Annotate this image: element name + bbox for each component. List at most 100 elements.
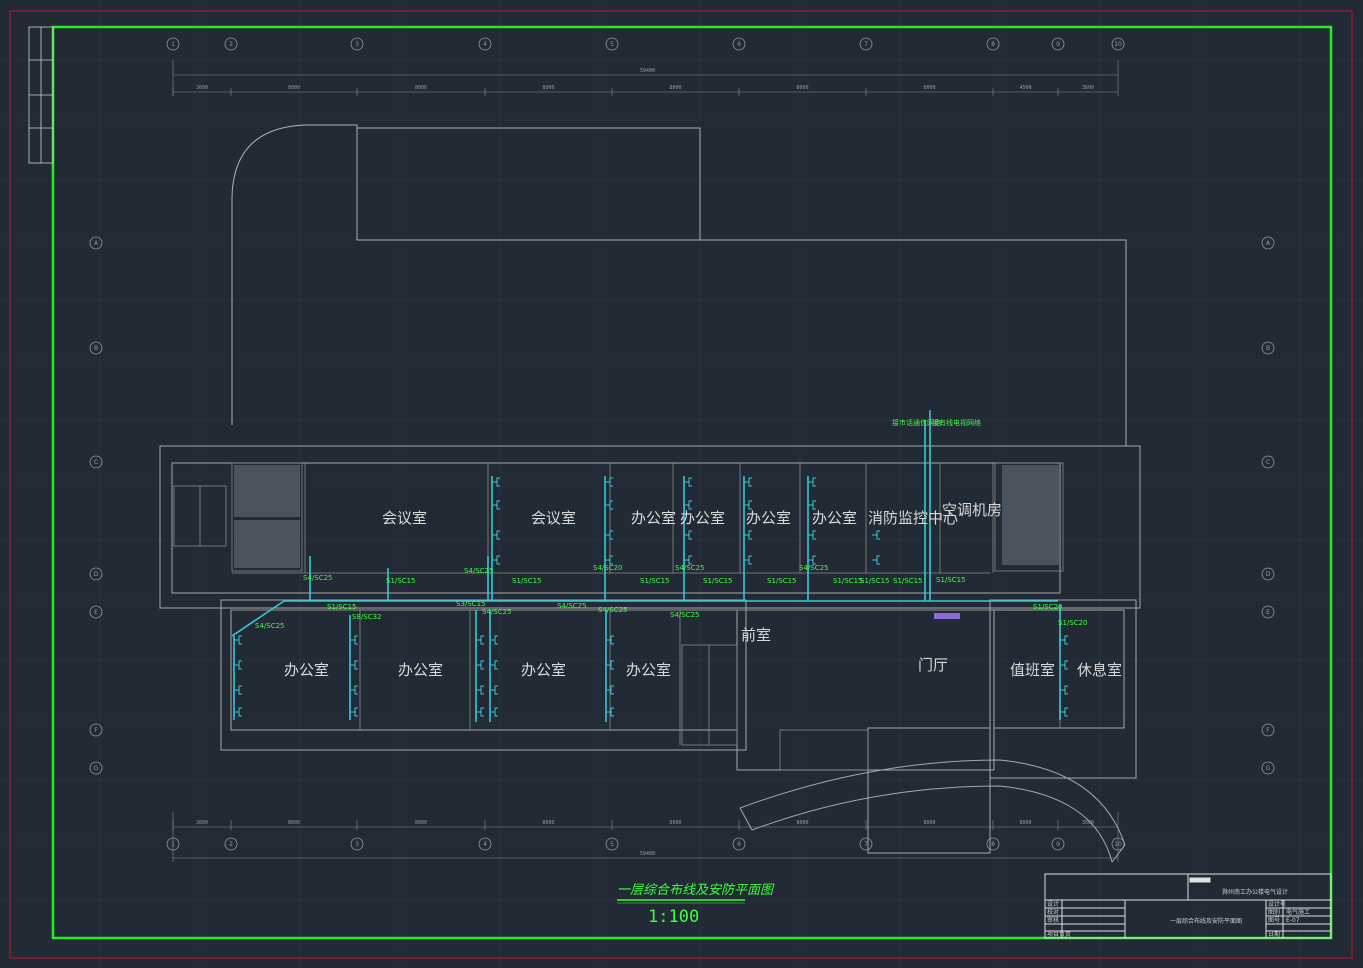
cable-labels: S4/SC25 S1/SC15S4/SC25S1/SC15S4/SC20S1/SC… — [255, 564, 1088, 630]
axis-side-label: A — [1266, 240, 1271, 247]
bottom-span-value: 8000 — [669, 820, 681, 826]
axis-side-label: B — [94, 345, 98, 352]
axis-side-label: G — [94, 765, 99, 772]
axis-top-label: 7 — [864, 41, 868, 48]
cable-label: S1/SC15 — [327, 603, 357, 611]
cable-riser-note-b: 接有线电视网络 — [932, 418, 981, 427]
data-outlet — [808, 477, 816, 487]
drawing-title: 一层综合布线及安防平面图 — [617, 883, 775, 898]
cable-label: S4/SC25 — [557, 602, 587, 610]
axis-top-label: 2 — [229, 41, 233, 48]
top-span-value: 3600 — [196, 85, 208, 91]
bottom-span-value: 8000 — [923, 820, 935, 826]
data-outlet — [872, 555, 880, 565]
top-span-value: 8000 — [542, 85, 554, 91]
room-office-s1: 办公室 — [284, 661, 329, 679]
room-office-s2: 办公室 — [398, 661, 443, 679]
cable-label: S4/SC25 — [464, 567, 494, 575]
title-block-row-review: 审核 — [1047, 916, 1059, 924]
room-office-s4: 办公室 — [626, 661, 671, 679]
axis-top-label: 6 — [737, 41, 741, 48]
distribution-box — [934, 613, 960, 619]
data-outlet — [744, 530, 752, 540]
cable-label: S1/SC15 — [640, 577, 670, 585]
data-outlet — [492, 477, 500, 487]
data-outlet — [744, 477, 752, 487]
top-span-value: 8000 — [669, 85, 681, 91]
axis-top-label: 10 — [1114, 41, 1122, 48]
axis-bottom-label: 9 — [1056, 841, 1060, 848]
axis-bubbles-top: 1 2 3 4 5 6 7 8 9 10 — [166, 37, 1125, 51]
cable-label: S1/SC15 — [893, 577, 923, 585]
data-outlet — [808, 530, 816, 540]
cad-drawing-canvas: 1 2 3 4 5 6 7 8 9 10 1 2 3 4 5 6 7 8 9 10 A A B B C C D D E E F F G G 5… — [0, 0, 1363, 968]
data-outlet — [808, 500, 816, 510]
axis-top-label: 5 — [610, 41, 614, 48]
top-span-value: 8000 — [415, 85, 427, 91]
data-outlet — [605, 500, 613, 510]
data-outlet — [490, 635, 498, 645]
bottom-span-value: 3600 — [196, 820, 208, 826]
cable-label: S4/SC25 — [598, 606, 628, 614]
title-block-label-no: 设计号 — [1268, 900, 1286, 908]
cable-label: S1/SC15 — [860, 577, 890, 585]
axis-side-label: E — [1266, 609, 1270, 616]
data-outlet — [492, 530, 500, 540]
bottom-span-value: 8000 — [1019, 820, 1031, 826]
axis-side-label: D — [1266, 571, 1271, 578]
data-outlet — [350, 685, 358, 695]
room-lobby: 门厅 — [918, 656, 948, 674]
title-block-row-check: 校对 — [1047, 908, 1059, 916]
title-block — [1044, 873, 1332, 939]
axis-side-label: A — [94, 240, 99, 247]
cable-label: S8/SC32 — [352, 613, 382, 621]
axis-bottom-label: 7 — [864, 841, 868, 848]
room-office-n3: 办公室 — [746, 509, 791, 527]
site-outline — [231, 124, 1127, 446]
axis-bottom-label: 4 — [483, 841, 487, 848]
title-block-value-type: 电气施工 — [1286, 908, 1310, 916]
overall-dimension-top: 59400 — [640, 68, 655, 74]
data-outlet — [684, 555, 692, 565]
axis-bottom-label: 5 — [610, 841, 614, 848]
title-block-value-sheet: E-07 — [1286, 917, 1300, 924]
data-outlet — [234, 707, 242, 717]
overall-dimension-bottom: 59400 — [640, 851, 655, 857]
room-office-s3: 办公室 — [521, 661, 566, 679]
axis-top-label: 1 — [171, 41, 175, 48]
axis-side-label: G — [1266, 765, 1271, 772]
cable-label: S4/SC25 — [255, 622, 285, 630]
bottom-span-value: 8000 — [415, 820, 427, 826]
binding-strip — [28, 26, 54, 164]
cable-label: S1/SC20 — [1033, 603, 1063, 611]
data-outlet — [1060, 685, 1068, 695]
data-outlet — [605, 477, 613, 487]
data-outlet — [1060, 635, 1068, 645]
axis-top-label: 4 — [483, 41, 487, 48]
cable-label: S3/SC15 — [456, 600, 486, 608]
data-outlet — [808, 555, 816, 565]
data-outlet — [234, 685, 242, 695]
bottom-span-value: 8000 — [542, 820, 554, 826]
data-outlet — [684, 500, 692, 510]
top-span-value: 8000 — [923, 85, 935, 91]
title-block-label-date: 日期 — [1268, 930, 1280, 938]
top-span-dims: 3600 8000 8000 8000 8000 8000 8000 4500 3600 — [172, 85, 1094, 96]
data-outlet — [476, 707, 484, 717]
data-outlet — [744, 500, 752, 510]
data-outlet — [605, 555, 613, 565]
top-span-value: 4500 — [1019, 85, 1031, 91]
room-duty: 值班室 — [1010, 661, 1055, 679]
axis-side-label: C — [1266, 459, 1270, 466]
cable-label: S1/SC20 — [1058, 619, 1088, 627]
data-outlet — [476, 660, 484, 670]
axis-bottom-label: 2 — [229, 841, 233, 848]
axis-side-label: F — [94, 727, 98, 734]
data-outlet — [350, 707, 358, 717]
data-outlet — [234, 635, 242, 645]
data-outlet — [744, 555, 752, 565]
bottom-span-dims: 3600 8000 8000 8000 8000 8000 8000 8000 3600 — [172, 820, 1094, 830]
data-outlet — [1060, 660, 1068, 670]
data-outlet — [492, 500, 500, 510]
title-block-label-sheet: 图号 — [1268, 917, 1280, 924]
